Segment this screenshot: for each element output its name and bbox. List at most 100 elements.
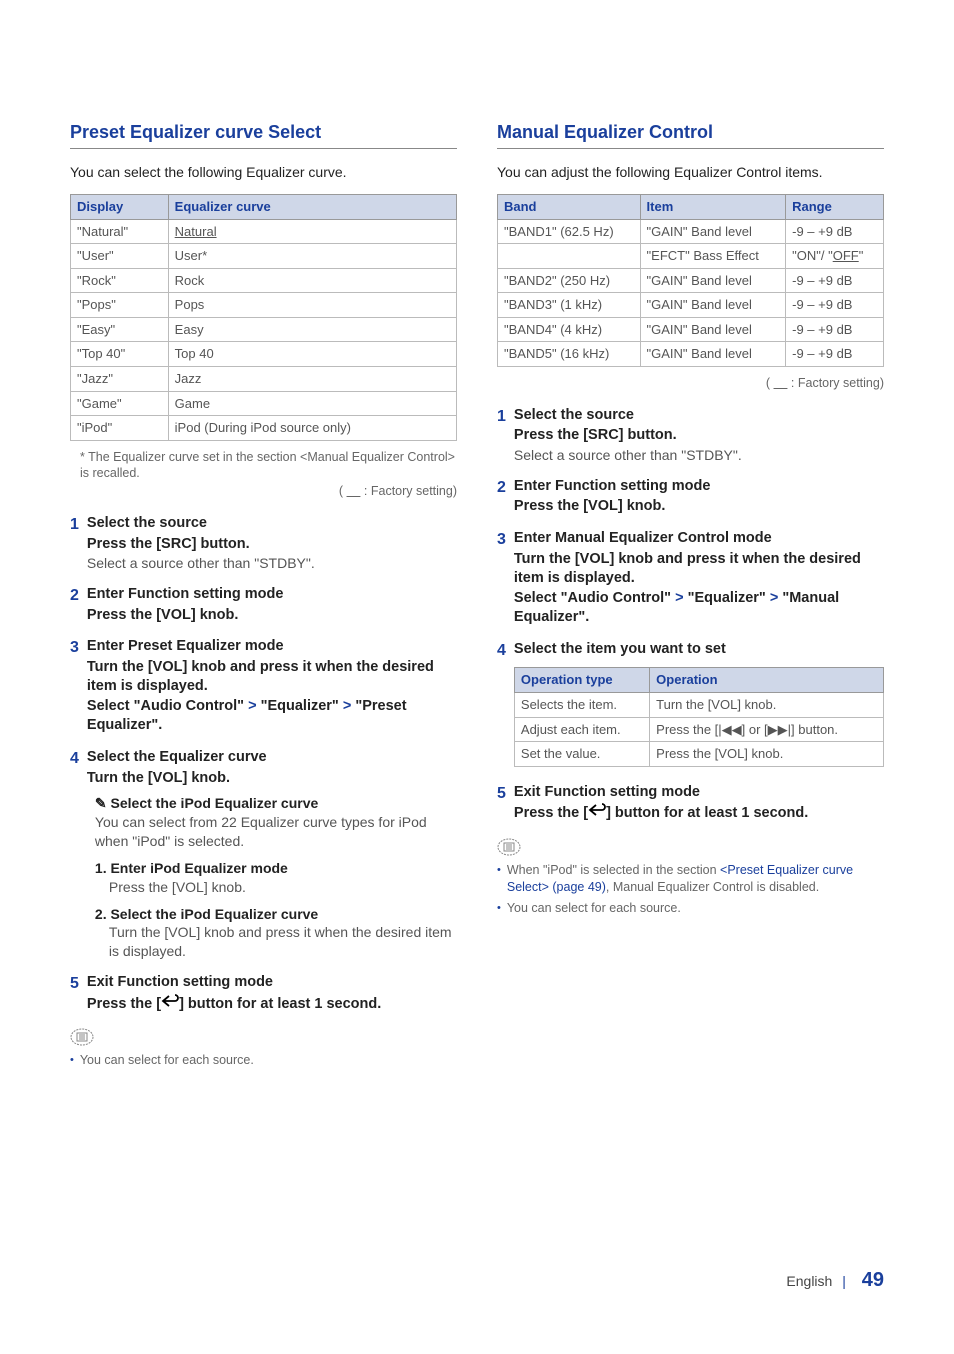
operation-table: Operation type Operation Selects the ite…	[514, 667, 884, 766]
th-eqcurve: Equalizer curve	[168, 195, 456, 220]
note-line: • You can select for each source.	[70, 1052, 457, 1070]
table-cell: "GAIN" Band level	[640, 293, 786, 318]
notes-icon	[70, 1028, 94, 1046]
th-optype: Operation type	[514, 668, 649, 693]
table-cell: Jazz	[168, 367, 456, 392]
table-cell: Turn the [VOL] knob.	[650, 692, 884, 717]
step-sub: Turn the [VOL] knob and press it when th…	[514, 550, 884, 589]
step-number: 1	[497, 406, 506, 465]
table-row: "BAND4" (4 kHz)"GAIN" Band level-9 – +9 …	[498, 317, 884, 342]
th-band: Band	[498, 195, 641, 220]
step-number: 4	[70, 748, 79, 961]
left-intro: You can select the following Equalizer c…	[70, 163, 457, 182]
table-cell: "Game"	[71, 391, 169, 416]
step-head: Enter Function setting mode	[87, 585, 457, 605]
step-number: 3	[70, 637, 79, 736]
table-cell: "Top 40"	[71, 342, 169, 367]
table-cell: Adjust each item.	[514, 717, 649, 742]
th-display: Display	[71, 195, 169, 220]
return-icon	[588, 803, 606, 824]
arrow-icon: >	[248, 698, 256, 714]
right-column: Manual Equalizer Control You can adjust …	[497, 120, 884, 1074]
bullet-icon: •	[497, 900, 501, 918]
table-row: "BAND2" (250 Hz)"GAIN" Band level-9 – +9…	[498, 268, 884, 293]
table-cell: -9 – +9 dB	[786, 317, 884, 342]
arrow-icon: >	[675, 590, 683, 606]
step-sub: Press the [SRC] button.	[87, 535, 457, 555]
step-head: Select the Equalizer curve	[87, 748, 457, 768]
table-cell: Press the [VOL] knob.	[650, 742, 884, 767]
table-row: "User"User*	[71, 244, 457, 269]
table-cell: "BAND1" (62.5 Hz)	[498, 219, 641, 244]
notes-icon	[497, 838, 521, 856]
right-section-title: Manual Equalizer Control	[497, 120, 884, 149]
step-head: Exit Function setting mode	[87, 973, 457, 993]
step-head: Select the item you want to set	[514, 640, 884, 660]
numbered-plain: Turn the [VOL] knob and press it when th…	[109, 923, 457, 961]
table-cell: "GAIN" Band level	[640, 268, 786, 293]
left-step-4: 4 Select the Equalizer curve Turn the [V…	[70, 748, 457, 961]
table-row: "Top 40"Top 40	[71, 342, 457, 367]
step-head: Enter Function setting mode	[514, 477, 884, 497]
table-cell: -9 – +9 dB	[786, 268, 884, 293]
table-cell: "iPod"	[71, 416, 169, 441]
table-row: Selects the item.Turn the [VOL] knob.	[514, 692, 883, 717]
arrow-icon: >	[343, 698, 351, 714]
right-step-3: 3 Enter Manual Equalizer Control mode Tu…	[497, 529, 884, 628]
table-cell: Game	[168, 391, 456, 416]
left-section-title: Preset Equalizer curve Select	[70, 120, 457, 149]
table-cell: Natural	[168, 219, 456, 244]
step-sub: Press the [VOL] knob.	[514, 497, 884, 517]
bullet-icon: •	[70, 1052, 74, 1070]
step-number: 2	[70, 585, 79, 625]
table-cell: -9 – +9 dB	[786, 219, 884, 244]
step-head: Enter Preset Equalizer mode	[87, 637, 457, 657]
step-sub: Press the [] button for at least 1 secon…	[514, 803, 884, 824]
th-item: Item	[640, 195, 786, 220]
step-head: Exit Function setting mode	[514, 783, 884, 803]
step-select: Select "Audio Control" > "Equalizer" > "…	[87, 697, 457, 736]
table-row: "Game"Game	[71, 391, 457, 416]
step-sub: Press the [SRC] button.	[514, 426, 884, 446]
table-cell: Press the [|◀◀] or [▶▶|] button.	[650, 717, 884, 742]
table-cell: "EFCT" Bass Effect	[640, 244, 786, 269]
step-sub: Press the [] button for at least 1 secon…	[87, 994, 457, 1015]
table-cell: -9 – +9 dB	[786, 293, 884, 318]
left-step-1: 1 Select the source Press the [SRC] butt…	[70, 514, 457, 573]
table-cell: "Rock"	[71, 268, 169, 293]
table-cell: "ON"/ "OFF"	[786, 244, 884, 269]
step-select: Select "Audio Control" > "Equalizer" > "…	[514, 589, 884, 628]
pencil-plain: You can select from 22 Equalizer curve t…	[95, 813, 457, 851]
page-footer: English | 49	[786, 1267, 884, 1294]
table-cell: "Easy"	[71, 317, 169, 342]
table-row: "Natural"Natural	[71, 219, 457, 244]
left-step-5: 5 Exit Function setting mode Press the […	[70, 973, 457, 1014]
return-icon	[161, 994, 179, 1015]
table-cell	[498, 244, 641, 269]
table-cell: User*	[168, 244, 456, 269]
step-number: 2	[497, 477, 506, 517]
right-step-1: 1 Select the source Press the [SRC] butt…	[497, 406, 884, 465]
step-plain: Select a source other than "STDBY".	[87, 554, 457, 573]
arrow-icon: >	[770, 590, 778, 606]
step-sub: Turn the [VOL] knob.	[87, 769, 457, 789]
band-table: Band Item Range "BAND1" (62.5 Hz)"GAIN" …	[497, 194, 884, 367]
table-cell: Selects the item.	[514, 692, 649, 717]
right-intro: You can adjust the following Equalizer C…	[497, 163, 884, 182]
numbered-head: 1. Enter iPod Equalizer mode	[95, 859, 457, 878]
step-sub: Press the [VOL] knob.	[87, 606, 457, 626]
table-row: "EFCT" Bass Effect"ON"/ "OFF"	[498, 244, 884, 269]
divider-icon: |	[842, 1273, 846, 1289]
left-step-3: 3 Enter Preset Equalizer mode Turn the […	[70, 637, 457, 736]
pencil-subhead: ✎ Select the iPod Equalizer curve	[95, 794, 457, 813]
step-sub: Turn the [VOL] knob and press it when th…	[87, 658, 457, 697]
table-cell: "BAND5" (16 kHz)	[498, 342, 641, 367]
right-step-4: 4 Select the item you want to set Operat…	[497, 640, 884, 771]
step-number: 5	[497, 783, 506, 824]
step-number: 3	[497, 529, 506, 628]
table-row: "BAND1" (62.5 Hz)"GAIN" Band level-9 – +…	[498, 219, 884, 244]
note-line: • You can select for each source.	[497, 900, 884, 918]
table-row: Set the value.Press the [VOL] knob.	[514, 742, 883, 767]
step-number: 5	[70, 973, 79, 1014]
numbered-plain: Press the [VOL] knob.	[109, 878, 457, 897]
